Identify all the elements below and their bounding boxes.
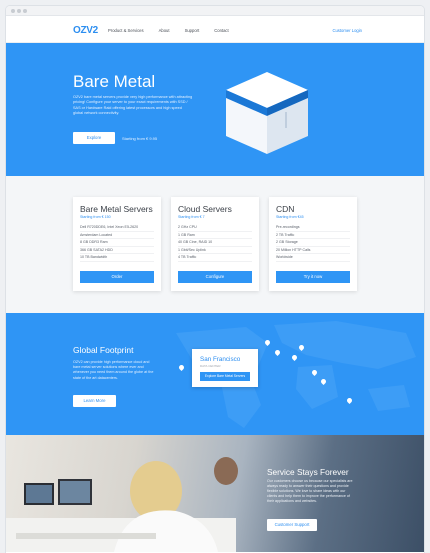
window-dot	[23, 9, 27, 13]
popup-city: San Francisco	[200, 356, 241, 363]
nav-link-products[interactable]: Product & Services	[108, 28, 144, 33]
customer-login-link[interactable]: Customer Login	[332, 28, 362, 33]
plan-name: Cloud Servers	[178, 204, 232, 214]
plan-price: Starting from € 150	[80, 215, 111, 219]
plan-features: Dell R720DDE6, Intel Xeon E5-2620 Amster…	[80, 224, 154, 262]
explore-button[interactable]: Explore	[73, 132, 115, 144]
browser-chrome	[6, 6, 424, 16]
plan-feature: 2 TB Traffic	[276, 232, 350, 239]
hero-section: Bare Metal OZV2 bare metal servers provi…	[6, 43, 424, 176]
hero-description: OZV2 bare metal servers provide very hig…	[73, 95, 193, 116]
customer-support-button[interactable]: Customer Support	[267, 519, 317, 531]
plan-feature: Pre-recordings	[276, 224, 350, 232]
datacenter-popup: San Francisco DATA CENTER Explore Bare M…	[192, 349, 258, 387]
window-dot	[11, 9, 15, 13]
site-logo[interactable]: OZV2	[73, 25, 98, 36]
plan-feature: 8 GB DDR3 Ram	[80, 239, 154, 247]
globe-title: Global Footprint	[73, 345, 134, 355]
nav-link-about[interactable]: About	[159, 28, 170, 33]
plan-feature: 10 TB Bandwidth	[80, 254, 154, 262]
popup-subtitle: DATA CENTER	[200, 364, 221, 368]
hero-title: Bare Metal	[73, 72, 156, 91]
plan-feature: 20 Million HTTP Calls	[276, 247, 350, 254]
support-section: Service Stays Forever Our customers choo…	[6, 435, 424, 552]
support-description: Our customers choose us because our spec…	[267, 479, 353, 503]
plan-feature: 2 GB Storage	[276, 239, 350, 247]
plan-price: Starting from €45	[276, 215, 304, 219]
window-dot	[17, 9, 21, 13]
plan-features: 2 GHz CPU 1 GB Ram 40 GB Cine, RAID 10 1…	[178, 224, 252, 262]
plan-feature: 4 TB Traffic	[178, 254, 252, 262]
plan-feature: 366 GB SATA2 HDD	[80, 247, 154, 254]
plans-section: Bare Metal Servers Starting from € 150 D…	[6, 176, 424, 313]
globe-description: OZV2 can provide high performance cloud …	[73, 360, 154, 380]
office-photo	[16, 457, 238, 552]
server-cube-illustration	[226, 72, 308, 154]
learn-more-button[interactable]: Learn More	[73, 395, 116, 407]
try-it-now-button[interactable]: Try it now	[276, 271, 350, 283]
plan-feature: 1 GB Ram	[178, 232, 252, 239]
browser-window: OZV2 Product & Services About Support Co…	[6, 6, 424, 553]
plan-card-cdn: CDN Starting from €45 Pre-recordings 2 T…	[269, 197, 357, 291]
plan-feature: 2 GHz CPU	[178, 224, 252, 232]
plan-name: CDN	[276, 204, 295, 214]
plan-features: Pre-recordings 2 TB Traffic 2 GB Storage…	[276, 224, 350, 262]
global-footprint-section: Global Footprint OZV2 can provide high p…	[6, 313, 424, 435]
plan-feature: 40 GB Cine, RAID 10	[178, 239, 252, 247]
plan-feature: Worldwide	[276, 254, 350, 262]
plan-feature: 1 Gbit/Sec Uplink	[178, 247, 252, 254]
plan-feature: Amsterdam Located	[80, 232, 154, 239]
nav-link-support[interactable]: Support	[185, 28, 200, 33]
hero-price-note: Starting from € 9.95	[122, 136, 158, 141]
plan-card-cloud: Cloud Servers Starting from € 7 2 GHz CP…	[171, 197, 259, 291]
explore-bare-metal-button[interactable]: Explore Bare Metal Servers	[200, 372, 250, 381]
nav-link-contact[interactable]: Contact	[214, 28, 228, 33]
configure-button[interactable]: Configure	[178, 271, 252, 283]
plan-price: Starting from € 7	[178, 215, 205, 219]
plan-card-bare-metal: Bare Metal Servers Starting from € 150 D…	[73, 197, 161, 291]
nav-links: Product & Services About Support Contact	[108, 28, 244, 33]
top-navigation: OZV2 Product & Services About Support Co…	[6, 16, 424, 43]
order-button[interactable]: Order	[80, 271, 154, 283]
plan-name: Bare Metal Servers	[80, 204, 153, 214]
support-title: Service Stays Forever	[267, 467, 349, 477]
plan-feature: Dell R720DDE6, Intel Xeon E5-2620	[80, 224, 154, 232]
